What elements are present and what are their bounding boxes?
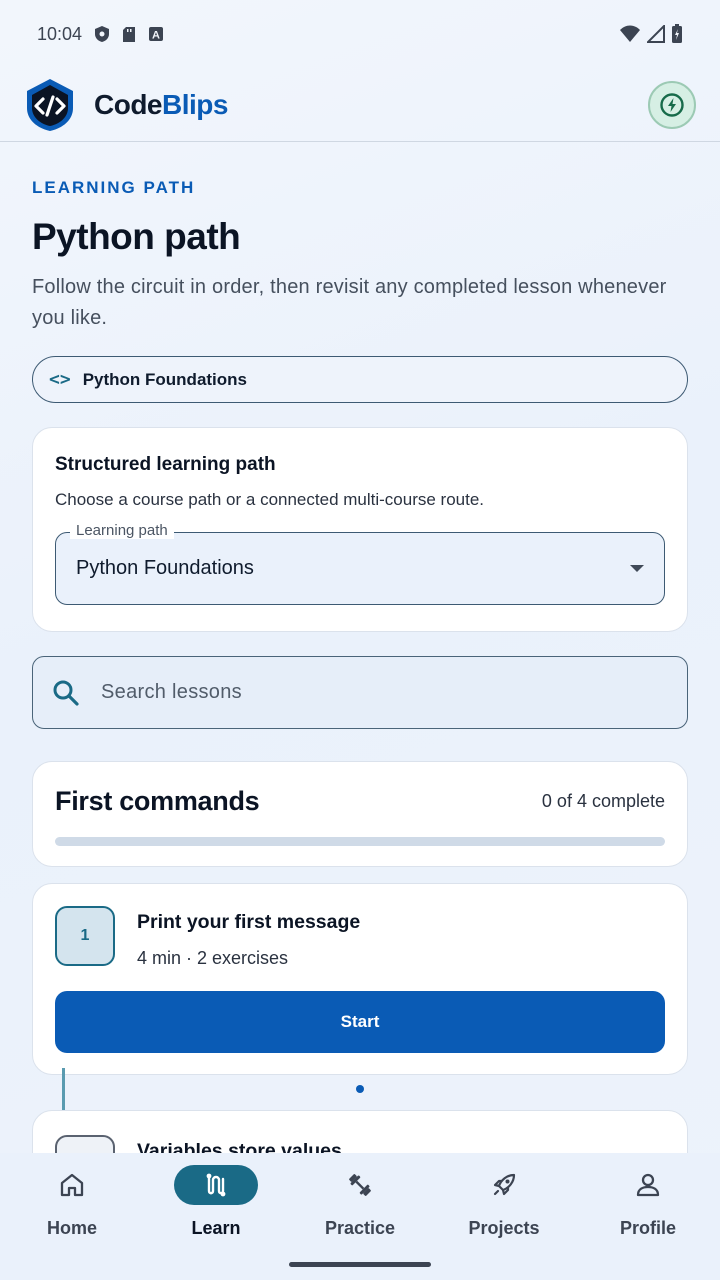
select-legend: Learning path: [70, 522, 174, 539]
a-icon: A: [149, 27, 164, 42]
learning-path-select[interactable]: Learning path Python Foundations: [55, 522, 665, 605]
shield-icon: [95, 26, 110, 42]
code-icon: <>: [49, 369, 71, 390]
status-bar: 10:04 A: [0, 0, 720, 68]
learn-route-icon: [206, 1173, 226, 1197]
nav-item-practice[interactable]: Practice: [288, 1153, 432, 1280]
codeblips-logo-icon: [27, 78, 73, 131]
nav-item-profile[interactable]: Profile: [576, 1153, 720, 1280]
signal-icon: [647, 25, 665, 43]
energy-icon: [660, 92, 684, 117]
chevron-down-icon: [630, 565, 644, 572]
lesson-title: Print your first message: [137, 911, 361, 933]
search-input[interactable]: [101, 681, 601, 704]
select-value: Python Foundations: [76, 557, 254, 579]
nav-label: Practice: [324, 1218, 396, 1238]
page-description: Follow the circuit in order, then revisi…: [32, 276, 667, 329]
home-indicator[interactable]: [289, 1262, 431, 1267]
path-card-subtitle: Choose a course path or a connected mult…: [55, 490, 485, 509]
battery-icon: [672, 24, 682, 43]
brand-name: CodeBlips: [94, 89, 228, 121]
nav-label: Profile: [619, 1218, 676, 1238]
lesson-meta: 4 min · 2 exercises: [137, 948, 289, 968]
start-lesson-button[interactable]: Start: [55, 991, 665, 1053]
nav-label: Learn: [191, 1218, 241, 1238]
rocket-icon: [493, 1173, 516, 1196]
learning-path-card: Structured learning path Choose a course…: [32, 427, 688, 632]
person-icon: [636, 1173, 660, 1197]
main-content: LEARNING PATH Python path Follow the cir…: [32, 142, 688, 1195]
page-title: Python path: [32, 216, 241, 257]
section-progress-count: 0 of 4 complete: [541, 791, 665, 811]
section-title: First commands: [55, 786, 260, 816]
search-box: [32, 656, 688, 729]
path-card-title: Structured learning path: [55, 454, 276, 475]
eyebrow-label: LEARNING PATH: [32, 178, 196, 197]
sd-card-icon: [123, 26, 136, 42]
lesson-number-badge: 1: [55, 906, 115, 966]
app-bar: CodeBlips: [0, 68, 720, 142]
chip-label: Python Foundations: [82, 369, 248, 389]
nav-item-projects[interactable]: Projects: [432, 1153, 576, 1280]
course-chip[interactable]: <> Python Foundations: [32, 356, 688, 403]
section-card: First commands 0 of 4 complete: [32, 761, 688, 867]
energy-button[interactable]: [648, 80, 696, 129]
status-time: 10:04: [37, 23, 83, 44]
wifi-icon: [620, 25, 640, 42]
path-connector: [62, 1068, 65, 1110]
search-icon: [53, 680, 79, 706]
dumbbell-icon: [349, 1174, 371, 1196]
home-icon: [60, 1173, 84, 1197]
nav-item-learn[interactable]: Learn: [144, 1153, 288, 1280]
nav-label: Projects: [468, 1218, 540, 1238]
bottom-nav: Home Learn Practice Projects Profile: [0, 1153, 720, 1280]
nav-label: Home: [46, 1218, 97, 1238]
path-dot: [356, 1085, 364, 1093]
brand-part-code: Code: [94, 88, 163, 120]
nav-item-home[interactable]: Home: [0, 1153, 144, 1280]
svg-text:A: A: [152, 30, 160, 42]
lesson-card: 1 Print your first message 4 min · 2 exe…: [32, 883, 688, 1075]
brand-part-blips: Blips: [162, 88, 228, 120]
section-progress-bar: [55, 837, 665, 846]
